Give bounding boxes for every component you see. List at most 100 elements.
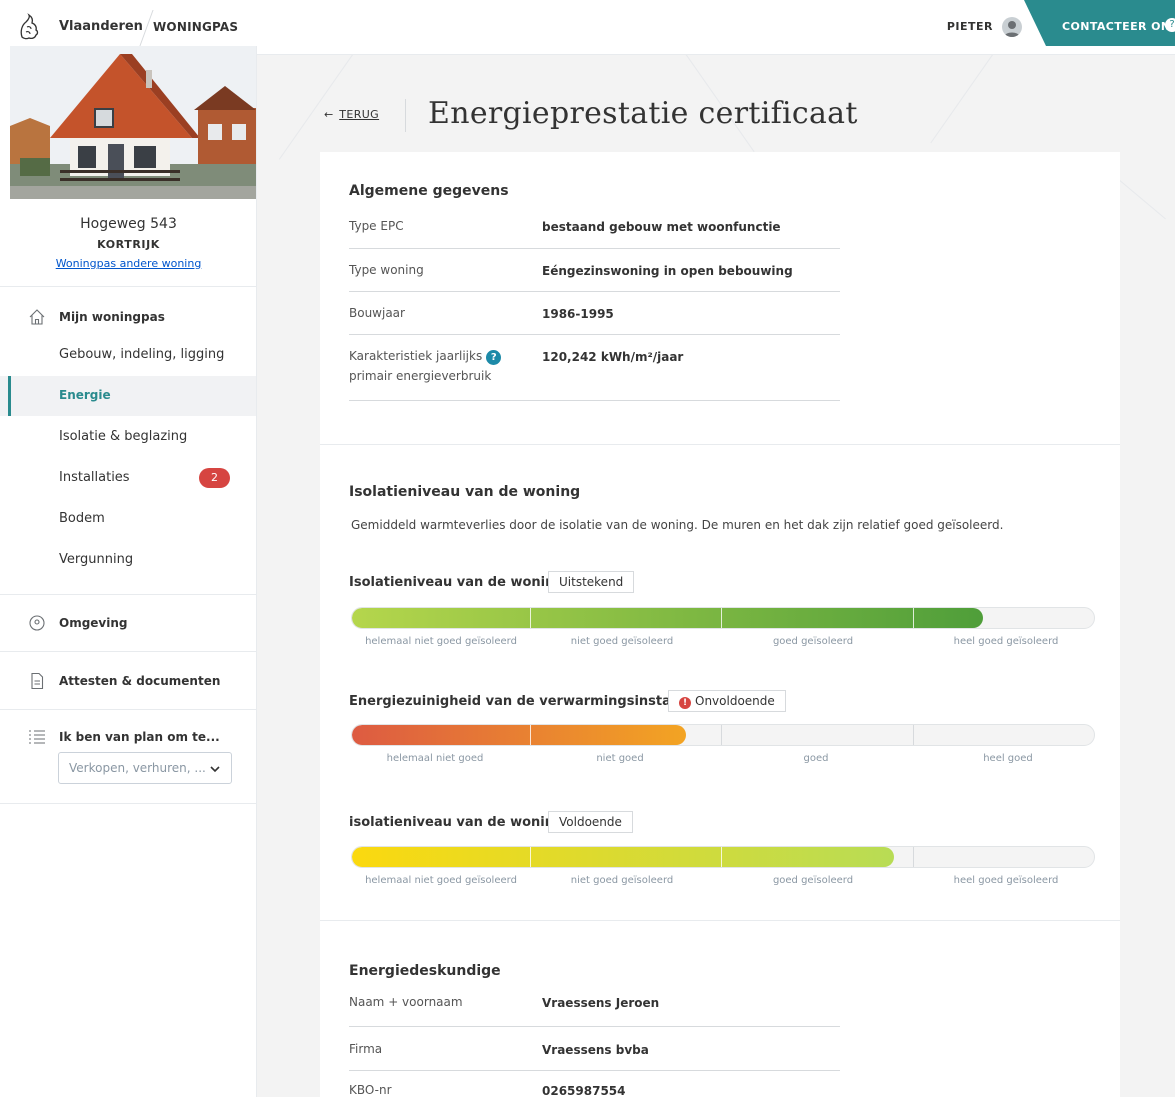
sidebar-item-installaties[interactable]: Installaties 2 <box>0 458 256 498</box>
scale-label: goed geïsoleerd <box>772 636 854 647</box>
insulation-meter-2 <box>351 846 1095 868</box>
info-icon[interactable]: ? <box>486 350 502 365</box>
scale-label: niet goed geïsoleerd <box>570 636 674 647</box>
other-house-link[interactable]: Woningpas andere woning <box>0 257 257 270</box>
field-value: Vraessens bvba <box>542 1043 649 1057</box>
scale-label: goed <box>803 753 829 764</box>
plan-select-value: Verkopen, verhuren, ... <box>69 761 206 775</box>
row-divider <box>349 1070 840 1071</box>
sidebar-divider <box>0 594 257 595</box>
avatar-icon <box>1004 21 1020 37</box>
row-divider <box>349 291 840 292</box>
warning-icon: ! <box>679 697 691 709</box>
sidebar-item-isolatie[interactable]: Isolatie & beglazing <box>0 417 256 457</box>
field-value: Eéngezinswoning in open bebouwing <box>542 264 793 278</box>
sidebar-divider <box>0 286 257 287</box>
document-icon <box>31 672 44 690</box>
sidebar: Hogeweg 543 KORTRIJK Woningpas andere wo… <box>0 46 257 1097</box>
sidebar-item-label: Vergunning <box>59 552 134 567</box>
background-line <box>278 44 360 160</box>
sidebar-divider <box>0 709 257 710</box>
scale-label: niet goed geïsoleerd <box>570 875 674 886</box>
meter-divider <box>913 608 914 628</box>
field-label: Type woning <box>349 263 424 277</box>
field-label: Type EPC <box>349 219 404 233</box>
background-line <box>1119 180 1166 220</box>
rating-badge: Uitstekend <box>548 571 635 593</box>
sidebar-item-vergunning[interactable]: Vergunning <box>0 540 256 580</box>
field-value: Vraessens Jeroen <box>542 996 660 1010</box>
sidebar-item-label: Bodem <box>59 511 105 526</box>
scale-label: helemaal niet goed geïsoleerd <box>365 636 517 647</box>
sidebar-item-gebouw[interactable]: Gebouw, indeling, ligging <box>0 335 256 375</box>
title-divider <box>405 99 406 132</box>
sidebar-item-bodem[interactable]: Bodem <box>0 499 256 539</box>
nav-omgeving[interactable]: Omgeving <box>59 616 128 630</box>
sidebar-divider <box>0 651 257 652</box>
scale-label: heel goed geïsoleerd <box>953 875 1059 886</box>
section-title-insulation: Isolatieniveau van de woning <box>349 484 581 500</box>
meter-divider <box>721 608 722 628</box>
brand-name[interactable]: Vlaanderen <box>59 19 143 34</box>
house-illustration <box>10 46 256 199</box>
plan-select[interactable]: Verkopen, verhuren, ... <box>58 752 232 784</box>
heating-meter <box>351 724 1095 746</box>
field-value: 120,242 kWh/m²/jaar <box>542 350 684 364</box>
meter-divider <box>530 725 531 745</box>
meter-divider <box>913 725 914 745</box>
contact-label: CONTACTEER ONS <box>1062 20 1175 33</box>
sidebar-item-label: Installaties <box>59 470 130 485</box>
product-name[interactable]: WONINGPAS <box>153 20 238 34</box>
user-avatar[interactable] <box>1002 17 1022 37</box>
sidebar-item-energie[interactable]: Energie <box>0 376 256 416</box>
sidebar-item-label: Isolatie & beglazing <box>59 429 188 444</box>
meter-title: Isolatieniveau van de woning <box>349 575 564 590</box>
section-title-expert: Energiedeskundige <box>349 963 501 979</box>
field-label: Bouwjaar <box>349 306 405 320</box>
row-divider <box>349 400 840 401</box>
rating-badge: Voldoende <box>548 811 633 833</box>
page-title: Energieprestatie certificaat <box>428 96 858 131</box>
field-value: bestaand gebouw met woonfunctie <box>542 220 781 234</box>
field-value: 0265987554 <box>542 1084 626 1097</box>
nav-plan[interactable]: Ik ben van plan om te... <box>59 730 220 744</box>
meter-divider <box>721 847 722 867</box>
meter-title: isolatieniveau van de woning <box>349 815 564 830</box>
notification-badge: 2 <box>199 468 230 488</box>
scale-label: heel goed <box>983 753 1033 764</box>
address-street: Hogeweg 543 <box>80 216 177 232</box>
scale-label: helemaal niet goed <box>386 753 484 764</box>
row-divider <box>349 334 840 335</box>
meter-divider <box>721 725 722 745</box>
row-divider <box>349 248 840 249</box>
insulation-description: Gemiddeld warmteverlies door de isolatie… <box>351 518 1004 532</box>
section-divider <box>320 444 1120 445</box>
meter-divider <box>530 608 531 628</box>
meter-divider <box>530 847 531 867</box>
insulation-meter <box>351 607 1095 629</box>
section-title-general: Algemene gegevens <box>349 183 509 199</box>
contact-button[interactable]: CONTACTEER ONS ? <box>1024 0 1175 46</box>
field-label: KBO-nr <box>349 1083 392 1097</box>
meter-fill <box>352 847 894 867</box>
nav-mijn-woningpas[interactable]: Mijn woningpas <box>59 310 165 324</box>
rating-badge: ! Onvoldoende <box>668 690 786 712</box>
meter-divider <box>913 847 914 867</box>
field-label: Naam + voornaam <box>349 995 463 1009</box>
back-link[interactable]: ← TERUG <box>324 108 379 121</box>
scale-label: heel goed geïsoleerd <box>953 636 1059 647</box>
user-name[interactable]: PIETER <box>947 20 993 33</box>
house-photo <box>10 46 256 199</box>
location-pin-icon <box>29 615 45 631</box>
meter-title: Energiezuinigheid van de verwarmingsinst… <box>349 694 709 709</box>
field-label: Firma <box>349 1042 383 1056</box>
address-city: KORTRIJK <box>97 238 160 251</box>
chevron-down-icon <box>210 766 220 773</box>
meter-fill <box>352 608 983 628</box>
nav-attesten[interactable]: Attesten & documenten <box>59 674 220 688</box>
scale-label: helemaal niet goed geïsoleerd <box>365 875 517 886</box>
flemish-lion-logo-icon[interactable] <box>18 13 40 41</box>
meter-fill <box>352 725 686 745</box>
help-icon: ? <box>1165 18 1175 32</box>
scale-label: goed geïsoleerd <box>772 875 854 886</box>
